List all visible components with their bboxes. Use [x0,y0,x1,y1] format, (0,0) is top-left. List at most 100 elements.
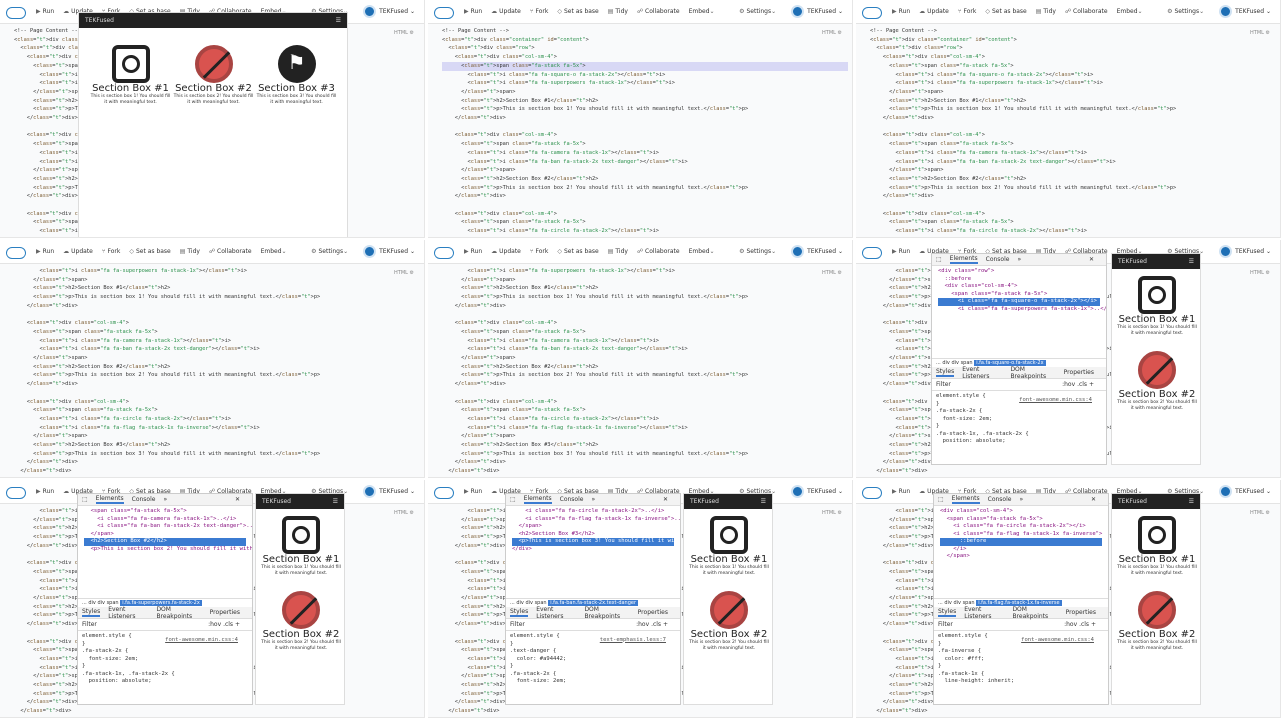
menu-icon[interactable]: ☰ [761,498,766,505]
code-line[interactable]: <class="t">i class="fa fa-superpowers fa… [442,267,675,276]
code-line[interactable]: </class="t">div> [14,458,78,467]
tab-event-listeners[interactable]: Event Listeners [536,606,576,620]
avatar[interactable] [791,5,805,18]
dom-node[interactable]: <span class="fa-stack fa-5x"> [84,508,246,516]
run-button[interactable]: ▶ Run [36,8,54,15]
code-line[interactable]: </class="t">span> [442,166,515,175]
tab-console[interactable]: Console [560,496,584,503]
tab-styles[interactable]: Styles [510,608,529,617]
inspect-icon[interactable]: ⬚ [936,256,942,263]
settings-button[interactable]: ⚙Settings ⌄ [311,248,350,255]
set-as-base-button[interactable]: ◇Set as base [557,8,598,15]
update-button[interactable]: ☁Update [491,8,521,15]
code-line[interactable]: <class="t">i class="fa fa-square-o fa-st… [870,71,1094,80]
code-line[interactable]: </class="t">span> [14,354,87,363]
code-line[interactable]: </class="t">div> [14,380,78,389]
filter-input[interactable]: Filter [936,381,951,388]
app-logo-icon[interactable] [862,485,882,499]
dom-node[interactable]: <div class="col-sm-4"> [940,508,1102,516]
code-line[interactable]: <class="t">div class="col-sm-4"> [442,131,557,140]
dom-node[interactable]: <div class="col-sm-4"> [938,283,1100,291]
tab-properties[interactable]: Properties [210,609,240,616]
menu-icon[interactable]: ☰ [336,17,341,24]
menu-icon[interactable]: ☰ [1189,498,1194,505]
code-line[interactable]: <!-- Page Content --> [870,27,937,36]
run-button[interactable]: ▶ Run [892,8,910,15]
code-line[interactable]: <class="t">span class="fa-stack fa-5x"> [442,218,585,227]
code-line[interactable]: </class="t">div> [870,467,927,476]
tidy-button[interactable]: ▤Tidy [180,248,200,255]
code-line[interactable]: </class="t">div> [14,467,71,476]
dom-node[interactable]: </i> [940,546,1102,554]
code-line[interactable]: </class="t">div> [14,542,78,551]
stylesheet-link[interactable]: font-awesome.min.css:4 [1019,397,1092,405]
stylesheet-link[interactable]: font-awesome.min.css:4 [165,637,238,645]
run-button[interactable]: ▶ Run [464,488,482,495]
app-logo-icon[interactable] [6,245,26,259]
code-line[interactable]: </class="t">div> [14,698,78,707]
tab-console[interactable]: Console [132,496,156,503]
tab-dom-breakpoints[interactable]: DOM Breakpoints [1012,606,1057,620]
dom-node[interactable]: </span> [512,523,674,531]
code-line[interactable]: </class="t">div> [442,707,499,716]
code-line[interactable]: </class="t">div> [442,542,506,551]
avatar[interactable] [791,485,805,498]
app-logo-icon[interactable] [862,245,882,259]
tidy-button[interactable]: ▤Tidy [608,8,628,15]
tab-properties[interactable]: Properties [1066,609,1096,616]
code-line[interactable]: <class="t">h2>Section Box #1</class="t">… [442,284,598,293]
code-line[interactable]: <class="t">i class="fa fa-camera fa-stac… [442,337,659,346]
avatar[interactable] [1219,5,1233,18]
code-line[interactable]: </class="t">div> [14,716,65,718]
code-line[interactable]: </class="t">div> [442,476,493,478]
code-line[interactable]: </class="t">span> [442,276,515,285]
collaborate-button[interactable]: ☍Collaborate [209,248,252,255]
code-line[interactable]: <class="t">span class="fa-stack fa-5x"> [442,406,585,415]
menu-icon[interactable]: ☰ [333,498,338,505]
code-line[interactable]: <class="t">h2>Section Box #2</class="t">… [442,363,598,372]
stylesheet-link[interactable]: text-emphasis.less:7 [600,637,666,645]
code-line[interactable]: <class="t">i class="fa fa-circle fa-stac… [442,227,659,236]
code-line[interactable]: </class="t">div> [870,620,934,629]
inspect-icon[interactable]: ⬚ [510,496,516,503]
code-line[interactable]: </class="t">div> [442,458,506,467]
hov-cls-toggle[interactable]: :hov .cls + [208,621,240,628]
code-line[interactable]: <class="t">h2>Section Box #1</class="t">… [14,284,170,293]
code-line[interactable]: <class="t">i class="fa fa-superpowers fa… [14,267,247,276]
html-editor[interactable]: HTML ⚙ <!-- Page Content --> <class="t">di… [428,24,852,237]
code-line[interactable]: </class="t">div> [870,542,934,551]
code-line[interactable]: <class="t">div class="container" id="con… [870,36,1017,45]
dom-node[interactable]: <i class="fa fa-ban fa-stack-2x text-dan… [84,523,252,531]
code-line[interactable]: </class="t">div> [14,114,78,123]
code-line[interactable]: <class="t">p>This is section box 1! You … [442,293,748,302]
tab-elements[interactable]: Elements [949,255,978,264]
code-line[interactable]: <class="t">span class="fa-stack fa-5x"> [442,328,585,337]
run-button[interactable]: ▶ Run [464,8,482,15]
code-line[interactable]: <class="t">h2>Section Box #2</class="t">… [14,363,170,372]
code-line[interactable]: <class="t">div class="col-sm-4"> [14,319,129,328]
code-line[interactable]: <class="t">p>This is section box 3! You … [442,450,748,459]
code-line[interactable]: </class="t">span> [442,432,515,441]
user-menu[interactable]: TEKFused ⌄ [1235,488,1271,495]
code-line[interactable]: <class="t">i class="fa fa-flag fa-stack-… [14,424,260,433]
set-as-base-button[interactable]: ◇Set as base [557,248,598,255]
tidy-button[interactable]: ▤Tidy [608,248,628,255]
code-line[interactable]: </class="t">div> [442,302,506,311]
code-line[interactable]: <class="t">h2>Section Box #3</class="t">… [14,441,170,450]
dom-node[interactable]: <div class="row"> [938,268,1100,276]
user-menu[interactable]: TEKFused ⌄ [1235,248,1271,255]
code-line[interactable]: <class="t">div class="col-sm-4"> [442,319,557,328]
update-button[interactable]: ☁Update [491,248,521,255]
tab-elements[interactable]: Elements [523,495,552,504]
code-line[interactable]: </class="t">div> [14,620,78,629]
code-line[interactable]: </class="t">div> [442,114,506,123]
code-line[interactable]: </class="t">div> [442,716,493,718]
collaborate-button[interactable]: ☍Collaborate [637,8,680,15]
app-logo-icon[interactable] [862,5,882,19]
code-line[interactable]: </class="t">div> [870,707,927,716]
code-line[interactable]: <class="t">h2>Section Box #1</class="t">… [442,97,598,106]
tab-dom-breakpoints[interactable]: DOM Breakpoints [584,606,629,620]
code-line[interactable]: <class="t">i class="fa fa-ban fa-stack-2… [14,345,260,354]
code-line[interactable]: <class="t">i class="fa fa-circle fa-stac… [870,227,1087,236]
code-line[interactable]: <class="t">div class="container" id="con… [442,36,589,45]
